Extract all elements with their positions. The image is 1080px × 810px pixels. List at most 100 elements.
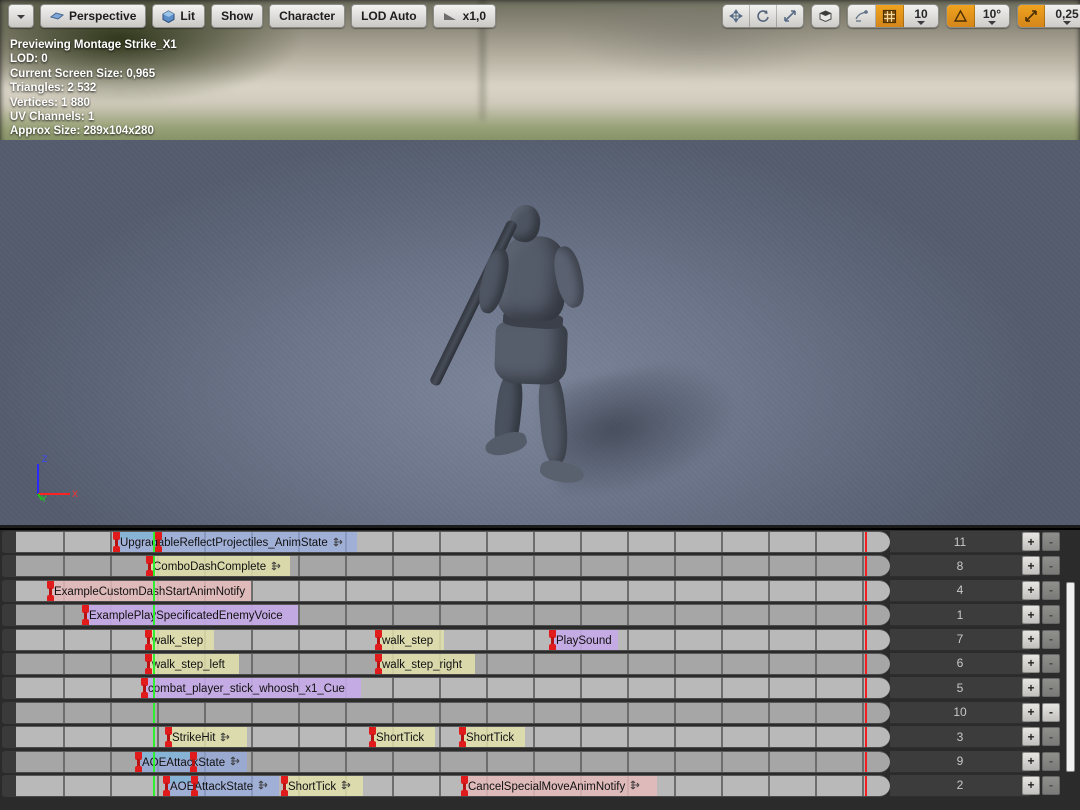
montage-end-marker[interactable]	[865, 532, 867, 552]
grid-snap-toggle[interactable]	[876, 5, 904, 27]
notify-item[interactable]: ShortTick	[373, 727, 435, 748]
remove-track-button[interactable]: -	[1042, 727, 1060, 746]
notify-track-row[interactable]: walk_step_leftwalk_step_right6+-	[0, 652, 1080, 676]
notify-track-lane[interactable]: ComboDashComplete	[16, 555, 890, 577]
track-add-remove-buttons[interactable]: +-	[1022, 776, 1060, 795]
montage-end-marker[interactable]	[865, 581, 867, 601]
notify-item[interactable]: ShortTick	[285, 776, 363, 797]
remove-track-button[interactable]: -	[1042, 630, 1060, 649]
track-add-remove-buttons[interactable]: +-	[1022, 556, 1060, 575]
montage-end-marker[interactable]	[865, 678, 867, 698]
perspective-button[interactable]: Perspective	[40, 4, 146, 28]
angle-snap-value-dropdown[interactable]: 10°	[975, 5, 1009, 27]
notify-item[interactable]: ShortTick	[463, 727, 525, 748]
translate-mode-button[interactable]	[723, 5, 750, 27]
notify-track-lane[interactable]: UpgradableReflectProjectiles_AnimState	[16, 531, 890, 553]
playhead-marker[interactable]	[153, 581, 155, 601]
notify-track-row[interactable]: 10+-	[0, 701, 1080, 725]
track-handle[interactable]	[2, 653, 16, 675]
notify-item[interactable]: ExamplePlaySpecificatedEnemyVoice	[86, 605, 298, 626]
track-add-remove-buttons[interactable]: +-	[1022, 581, 1060, 600]
track-handle[interactable]	[2, 677, 16, 699]
notify-track-lane[interactable]: walk_step_leftwalk_step_right	[16, 653, 890, 675]
track-add-remove-buttons[interactable]: +-	[1022, 630, 1060, 649]
track-add-remove-buttons[interactable]: +-	[1022, 727, 1060, 746]
notify-track-lane[interactable]	[16, 702, 890, 724]
notify-item[interactable]: ExampleCustomDashStartAnimNotify	[51, 581, 251, 602]
track-add-remove-buttons[interactable]: +-	[1022, 532, 1060, 551]
coordinate-system-group[interactable]	[811, 4, 840, 28]
remove-track-button[interactable]: -	[1042, 654, 1060, 673]
montage-end-marker[interactable]	[865, 630, 867, 650]
add-track-button[interactable]: +	[1022, 654, 1040, 673]
playhead-marker[interactable]	[153, 727, 155, 747]
notify-item[interactable]: AOEAttackState	[167, 776, 279, 797]
grid-snap-value-dropdown[interactable]: 10	[904, 5, 938, 27]
notify-track-list[interactable]: UpgradableReflectProjectiles_AnimState11…	[0, 530, 1080, 798]
angle-snap-group[interactable]: 10°	[946, 4, 1010, 28]
notify-track-lane[interactable]: ExamplePlaySpecificatedEnemyVoice	[16, 604, 890, 626]
notify-track-lane[interactable]: walk_step walk_step PlaySound	[16, 629, 890, 651]
notify-track-lane[interactable]: AOEAttackStateShortTickCancelSpecialMove…	[16, 775, 890, 797]
lit-button[interactable]: Lit	[152, 4, 205, 28]
lod-menu-button[interactable]: LOD Auto	[351, 4, 427, 28]
notify-track-row[interactable]: AOEAttackStateShortTickCancelSpecialMove…	[0, 774, 1080, 798]
rotate-mode-button[interactable]	[750, 5, 777, 27]
track-handle[interactable]	[2, 531, 16, 553]
montage-end-marker[interactable]	[865, 703, 867, 723]
notify-track-lane[interactable]: ExampleCustomDashStartAnimNotify	[16, 580, 890, 602]
track-add-remove-buttons[interactable]: +-	[1022, 654, 1060, 673]
montage-end-marker[interactable]	[865, 727, 867, 747]
playhead-marker[interactable]	[153, 654, 155, 674]
notify-track-row[interactable]: ExamplePlaySpecificatedEnemyVoice1+-	[0, 603, 1080, 627]
add-track-button[interactable]: +	[1022, 776, 1040, 795]
playhead-marker[interactable]	[153, 605, 155, 625]
remove-track-button[interactable]: -	[1042, 776, 1060, 795]
character-menu-button[interactable]: Character	[269, 4, 345, 28]
track-handle[interactable]	[2, 555, 16, 577]
show-menu-button[interactable]: Show	[211, 4, 263, 28]
track-add-remove-buttons[interactable]: +-	[1022, 605, 1060, 624]
add-track-button[interactable]: +	[1022, 630, 1040, 649]
remove-track-button[interactable]: -	[1042, 703, 1060, 722]
playhead-marker[interactable]	[153, 776, 155, 796]
playhead-marker[interactable]	[153, 532, 155, 552]
track-handle[interactable]	[2, 580, 16, 602]
notify-item[interactable]: walk_step	[379, 630, 444, 651]
montage-end-marker[interactable]	[865, 776, 867, 796]
notify-item[interactable]: StrikeHit	[169, 727, 247, 748]
track-handle[interactable]	[2, 604, 16, 626]
remove-track-button[interactable]: -	[1042, 556, 1060, 575]
surface-snap-button[interactable]	[848, 5, 876, 27]
notify-track-row[interactable]: AOEAttackState9+-	[0, 750, 1080, 774]
grid-snap-group[interactable]: 10	[847, 4, 939, 28]
notify-track-lane[interactable]: AOEAttackState	[16, 751, 890, 773]
playhead-marker[interactable]	[153, 703, 155, 723]
playhead-marker[interactable]	[153, 752, 155, 772]
add-track-button[interactable]: +	[1022, 605, 1040, 624]
notify-item[interactable]: PlaySound	[553, 630, 618, 651]
notify-item[interactable]: walk_step	[149, 630, 214, 651]
notify-item[interactable]: AOEAttackState	[139, 752, 247, 773]
notify-track-lane[interactable]: StrikeHit ShortTick ShortTick	[16, 726, 890, 748]
playhead-marker[interactable]	[153, 678, 155, 698]
notify-item[interactable]: walk_step_left	[149, 654, 239, 675]
notify-track-lane[interactable]: combat_player_stick_whoosh_x1_Cue	[16, 677, 890, 699]
add-track-button[interactable]: +	[1022, 678, 1040, 697]
notify-item[interactable]: combat_player_stick_whoosh_x1_Cue	[145, 678, 361, 699]
remove-track-button[interactable]: -	[1042, 532, 1060, 551]
world-space-button[interactable]	[812, 5, 839, 27]
viewport-toolbar[interactable]: Perspective Lit Show Character LOD Auto …	[0, 0, 1080, 32]
montage-end-marker[interactable]	[865, 556, 867, 576]
scale-mode-button[interactable]	[777, 5, 803, 27]
track-handle[interactable]	[2, 751, 16, 773]
track-add-remove-buttons[interactable]: +-	[1022, 703, 1060, 722]
notify-track-row[interactable]: walk_stepwalk_stepPlaySound7+-	[0, 628, 1080, 652]
add-track-button[interactable]: +	[1022, 727, 1040, 746]
notify-item[interactable]: ComboDashComplete	[150, 556, 290, 577]
track-handle[interactable]	[2, 726, 16, 748]
notify-track-panel[interactable]: UpgradableReflectProjectiles_AnimState11…	[0, 528, 1080, 810]
angle-snap-toggle[interactable]	[947, 5, 975, 27]
track-add-remove-buttons[interactable]: +-	[1022, 678, 1060, 697]
add-track-button[interactable]: +	[1022, 581, 1040, 600]
